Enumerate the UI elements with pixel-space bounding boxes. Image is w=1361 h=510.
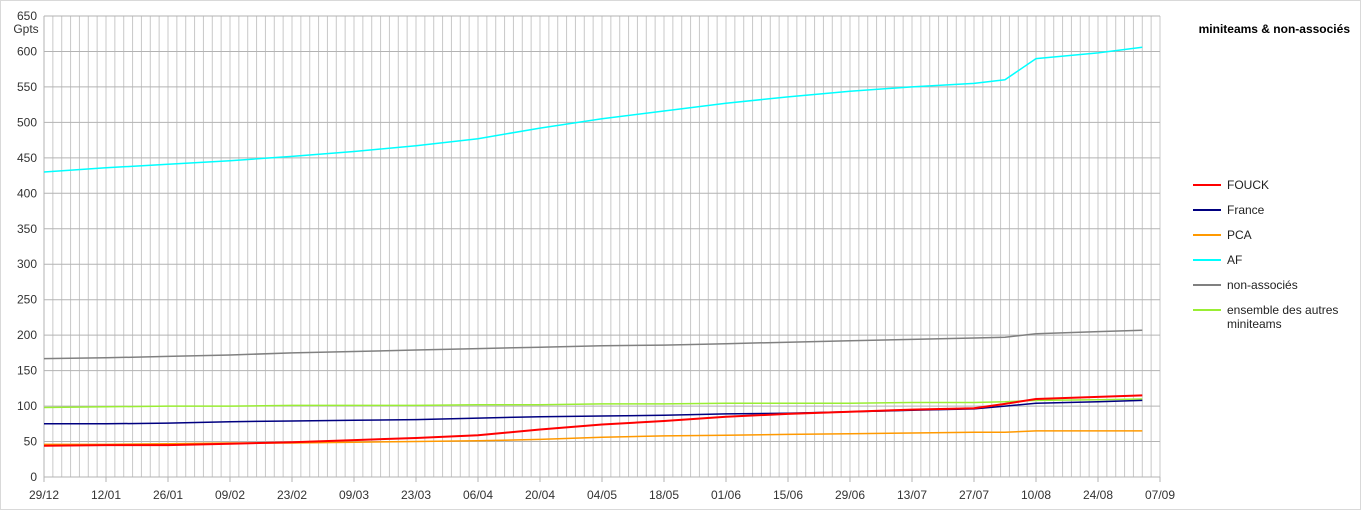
x-tick-label: 12/01 <box>91 488 121 502</box>
x-tick-label: 20/04 <box>525 488 555 502</box>
legend-swatch <box>1193 259 1221 261</box>
legend-swatch <box>1193 184 1221 186</box>
y-tick-label: 600 <box>17 44 37 58</box>
line-chart: 050100150200250300350400450500550600650 … <box>13 9 1175 502</box>
x-tick-label: 07/09 <box>1145 488 1175 502</box>
x-tick-label: 23/02 <box>277 488 307 502</box>
legend-label: France <box>1227 203 1265 217</box>
x-tick-label: 29/06 <box>835 488 865 502</box>
y-tick-label: 50 <box>24 435 38 449</box>
y-tick-label: 350 <box>17 222 37 236</box>
legend-label: ensemble des autres miniteams <box>1227 303 1339 331</box>
legend-item: ensemble des autres miniteams <box>1193 301 1358 333</box>
y-tick-label: 650 <box>17 9 37 23</box>
legend-label: non-associés <box>1227 278 1298 292</box>
x-tick-label: 13/07 <box>897 488 927 502</box>
y-tick-label: 0 <box>30 470 37 484</box>
y-axis-label: Gpts <box>13 22 38 36</box>
x-tick-label: 06/04 <box>463 488 493 502</box>
x-tick-label: 26/01 <box>153 488 183 502</box>
legend-item: non-associés <box>1193 276 1358 301</box>
x-tick-label: 24/08 <box>1083 488 1113 502</box>
legend-item: PCA <box>1193 226 1358 251</box>
x-tick-labels: 29/12 12/01 26/01 09/02 23/02 09/03 23/03 06/04… <box>29 488 1175 502</box>
legend-swatch <box>1193 234 1221 236</box>
legend-item: AF <box>1193 251 1358 276</box>
x-tick-label: 23/03 <box>401 488 431 502</box>
legend-label: AF <box>1227 253 1243 267</box>
y-tick-label: 100 <box>17 399 37 413</box>
legend-label: PCA <box>1227 228 1252 242</box>
y-tick-label: 500 <box>17 115 37 129</box>
legend-item: FOUCK <box>1193 176 1358 201</box>
x-tick-label: 04/05 <box>587 488 617 502</box>
y-tick-label: 400 <box>17 186 37 200</box>
y-tick-label: 300 <box>17 257 37 271</box>
legend-label: FOUCK <box>1227 178 1269 192</box>
x-tick-label: 18/05 <box>649 488 679 502</box>
y-tick-labels: 0 50 100 150 200 250 300 350 400 450 500 550 600 650 <box>17 9 37 484</box>
legend-swatch <box>1193 209 1221 211</box>
x-tick-label: 09/02 <box>215 488 245 502</box>
x-tick-label: 09/03 <box>339 488 369 502</box>
y-tick-label: 450 <box>17 151 37 165</box>
x-tick-label: 15/06 <box>773 488 803 502</box>
x-tick-label: 10/08 <box>1021 488 1051 502</box>
legend-item: France <box>1193 201 1358 226</box>
y-tick-label: 250 <box>17 293 37 307</box>
legend-swatch <box>1193 309 1221 311</box>
chart-title: miniteams & non-associés <box>1198 22 1350 36</box>
x-tick-label: 27/07 <box>959 488 989 502</box>
y-tick-label: 200 <box>17 328 37 342</box>
y-tick-label: 150 <box>17 364 37 378</box>
x-tick-label: 29/12 <box>29 488 59 502</box>
legend: FOUCK France PCA AF non-associés ensemble des… <box>1193 176 1358 333</box>
y-tick-label: 550 <box>17 80 37 94</box>
legend-swatch <box>1193 284 1221 286</box>
x-tick-label: 01/06 <box>711 488 741 502</box>
